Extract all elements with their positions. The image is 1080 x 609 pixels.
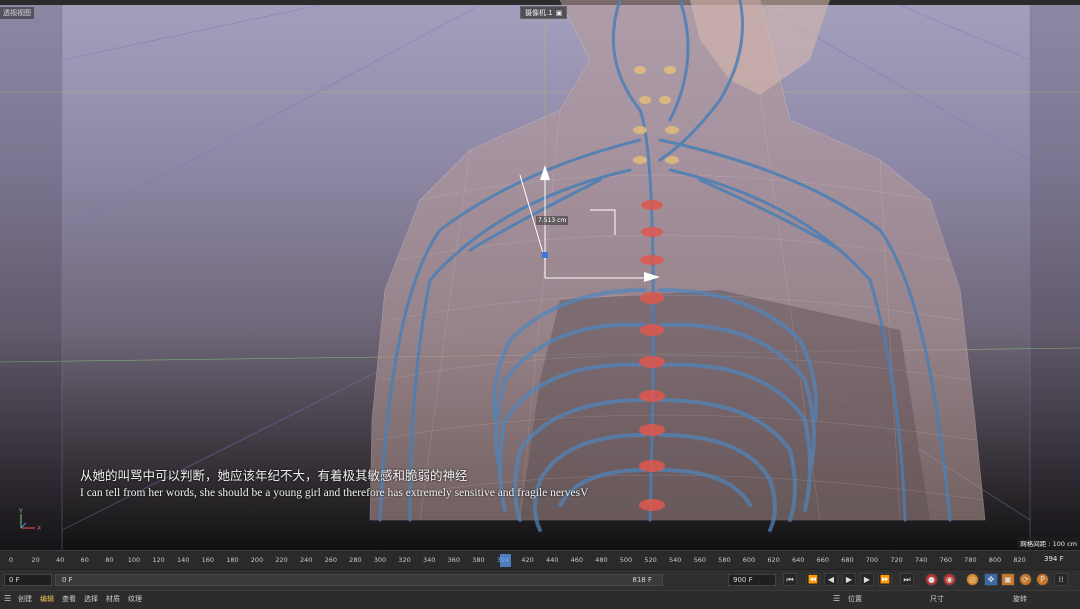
camera-selector[interactable]: 摄像机.1 ▣ [520,6,568,19]
transport-bar: 0 F 0 F 818 F 900 F ⏮ ⏪ ◀ ▶ ▶ ⏩ ⏭ ● ◉ ◎ … [0,569,1080,590]
timeline-tick-label: 580 [718,556,731,564]
timeline-tick-label: 120 [152,556,165,564]
prev-frame-icon[interactable]: ◀ [824,573,838,586]
frame-range-slider[interactable]: 0 F 818 F [55,574,663,586]
axis-y-label: Y [18,508,23,515]
measure-readout: 7.513 cm [536,216,569,225]
start-frame-field[interactable]: 0 F [4,574,52,586]
timeline-tick-label: 60 [80,556,89,564]
timeline-tick-label: 760 [939,556,953,564]
timeline-tick-label: 680 [841,556,854,564]
timeline-tick-label: 720 [890,556,903,564]
timeline-tick-label: 500 [619,556,633,564]
camera-icon: ▣ [555,8,563,17]
move-z-handle[interactable] [542,252,548,258]
timeline-tick-label: 520 [644,556,657,564]
timeline-tick-label: 200 [250,556,264,564]
timeline-tick-label: 260 [324,556,338,564]
timeline-tick-label: 340 [422,556,436,564]
timeline-tick-label: 820 [1013,556,1026,564]
next-key-icon[interactable]: ⏩ [878,573,892,586]
timeline-ruler[interactable]: 0 20 40 60 80 100 120 140 160 180 200 220 240 260 280 3… [0,550,1080,569]
bottom-menubar: ☰ 创建 编辑 查看 选择 材质 纹理 ☰ 位置 尺寸 旋转 [0,590,1080,609]
subtitle-english: I can tell from her words, she should be… [80,487,589,499]
timeline-tick-label: 160 [201,556,215,564]
timeline-tick-label: 740 [914,556,928,564]
timeline-tick-label: 600 [742,556,756,564]
timeline-tick-label: 440 [545,556,559,564]
coord-header-rotation: 旋转 [1013,595,1027,603]
menu-item-create[interactable]: 创建 [18,594,32,604]
viewport-name[interactable]: 透视视图 [0,7,34,19]
play-icon[interactable]: ▶ [842,573,856,586]
axis-x-label: X [37,525,41,532]
current-frame-readout: 394 F [1044,555,1064,563]
next-frame-icon[interactable]: ▶ [860,573,874,586]
menu-item-edit[interactable]: 编辑 [40,594,54,604]
timeline-tick-label: 180 [226,556,239,564]
grid-icon[interactable]: ⁞⁞ [1054,573,1068,586]
scale-icon[interactable]: ▣ [1001,573,1015,586]
rotate-icon[interactable]: ⟳ [1019,573,1032,586]
go-to-end-icon[interactable]: ⏭ [900,573,914,586]
keyframe-icon[interactable]: ◎ [966,573,979,586]
timeline-tick-label: 780 [964,556,977,564]
timeline-tick-label: 320 [398,556,411,564]
camera-name: 摄像机.1 [525,8,553,17]
timeline-tick-label: 394 [496,556,510,564]
timeline-tick-label: 20 [31,556,40,564]
timeline-tick-label: 80 [105,556,114,564]
auto-key-icon[interactable]: ◉ [943,573,956,586]
menu-item-view[interactable]: 查看 [62,594,76,604]
timeline-tick-label: 460 [570,556,584,564]
timeline-tick-label: 640 [791,556,805,564]
timeline-tick-label: 480 [595,556,608,564]
param-icon[interactable]: P [1036,573,1049,586]
timeline-tick-label: 240 [299,556,313,564]
timeline-tick-label: 700 [865,556,879,564]
timeline-tick-label: 560 [693,556,707,564]
record-icon[interactable]: ● [925,573,938,586]
go-to-start-icon[interactable]: ⏮ [783,573,797,586]
timeline-tick-label: 660 [816,556,830,564]
timeline-tick-label: 540 [668,556,682,564]
menu-item-material[interactable]: 材质 [106,594,120,604]
timeline-tick-label: 420 [521,556,534,564]
move-icon[interactable]: ✥ [984,573,998,586]
timeline-tick-label: 380 [472,556,485,564]
3d-viewport[interactable]: 透视视图 摄像机.1 ▣ 7.513 cm 从她的叫骂中可以判断，她应该年纪不大… [0,0,1080,550]
subtitle: 从她的叫骂中可以判断，她应该年纪不大，有着极其敏感和脆弱的神经 I can te… [80,465,980,499]
grid-spacing-readout: 网格间距 : 100 cm [1017,537,1080,549]
menu-item-select[interactable]: 选择 [84,594,98,604]
range-end-label: 818 F [632,576,652,584]
coords-menu-icon[interactable]: ☰ [833,594,840,603]
timeline-tick-label: 140 [176,556,190,564]
timeline-tick-label: 360 [447,556,461,564]
menu-icon[interactable]: ☰ [4,594,11,603]
timeline-tick-label: 220 [275,556,288,564]
timeline-tick-label: 100 [127,556,141,564]
prev-key-icon[interactable]: ⏪ [806,573,820,586]
coord-header-position: 位置 [848,595,862,603]
timeline-tick-label: 800 [988,556,1002,564]
menu-item-texture[interactable]: 纹理 [128,594,142,604]
range-start-label: 0 F [62,576,73,584]
subtitle-chinese: 从她的叫骂中可以判断，她应该年纪不大，有着极其敏感和脆弱的神经 [80,468,468,483]
timeline-tick-label: 280 [349,556,362,564]
timeline-tick-label: 620 [767,556,780,564]
coord-header-size: 尺寸 [930,595,944,603]
max-frame-field[interactable]: 900 F [728,574,776,586]
timeline-tick-label: 40 [56,556,65,564]
axis-gizmo: Y X [18,508,41,532]
timeline-tick-label: 0 [8,556,14,564]
timeline-tick-label: 300 [373,556,387,564]
